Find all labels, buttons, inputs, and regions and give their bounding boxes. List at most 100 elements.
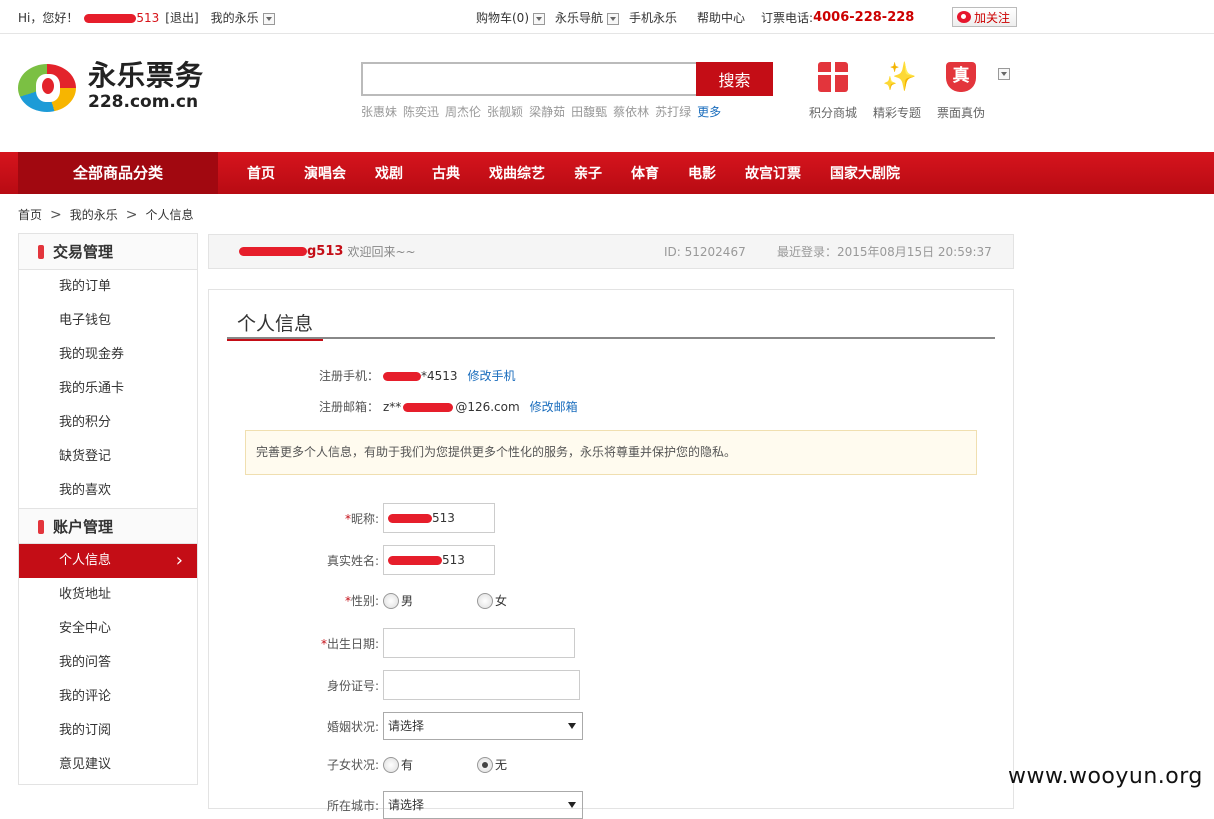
gender-female-radio[interactable]: 女: [477, 592, 507, 609]
hot-keyword[interactable]: 苏打绿: [655, 103, 691, 120]
nickname-row: *昵称: 513: [209, 503, 495, 533]
sidebar-item-address[interactable]: 收货地址: [19, 578, 197, 612]
nav-guide-menu[interactable]: 永乐导航: [555, 9, 620, 26]
points-mall-link[interactable]: 积分商城: [808, 60, 858, 121]
hot-keyword[interactable]: 周杰伦: [445, 103, 481, 120]
phone-number: 4006-228-228: [813, 10, 915, 25]
sidebar-item-backorder[interactable]: 缺货登记: [19, 440, 197, 474]
nav-item-home[interactable]: 首页: [247, 163, 275, 183]
breadcrumb-separator: >: [50, 206, 62, 223]
nav-item-concert[interactable]: 演唱会: [304, 163, 346, 183]
gender-male-label: 男: [401, 594, 414, 608]
nav-item-classical[interactable]: 古典: [432, 163, 460, 183]
search-button[interactable]: 搜索: [696, 62, 773, 96]
hot-more-link[interactable]: 更多: [697, 103, 721, 120]
city-select[interactable]: 请选择: [383, 791, 583, 819]
nav-item-drama[interactable]: 戏剧: [375, 163, 403, 183]
redaction-mark: [388, 556, 442, 565]
username-link[interactable]: 513: [84, 11, 159, 25]
gender-male-radio[interactable]: 男: [383, 592, 413, 609]
hot-keyword[interactable]: 陈奕迅: [403, 103, 439, 120]
breadcrumb-separator: >: [125, 206, 138, 223]
my-yongle-label: 我的永乐: [210, 11, 259, 25]
shortcuts-more-dropdown[interactable]: [998, 68, 1010, 80]
sidebar-item-points[interactable]: 我的积分: [19, 406, 197, 440]
hot-keyword[interactable]: 张惠妹: [361, 103, 397, 120]
weibo-follow-button[interactable]: 加关注: [952, 7, 1018, 27]
gender-label-text: 性别:: [350, 594, 379, 608]
nav-item-palace-museum[interactable]: 故宫订票: [745, 163, 801, 183]
nav-item-family[interactable]: 亲子: [574, 163, 602, 183]
children-no-radio[interactable]: 无: [477, 756, 507, 773]
nickname-input[interactable]: 513: [383, 503, 495, 533]
breadcrumb-my-yongle[interactable]: 我的永乐: [70, 206, 118, 223]
sidebar-item-profile[interactable]: 个人信息: [19, 544, 197, 578]
nickname-tail: 513: [432, 511, 455, 525]
nav-item-opera-variety[interactable]: 戏曲综艺: [489, 163, 545, 183]
help-link[interactable]: 帮助中心: [697, 9, 745, 26]
gender-row: *性别: 男 女: [209, 592, 507, 609]
breadcrumb-home[interactable]: 首页: [18, 206, 42, 223]
sidebar-item-orders[interactable]: 我的订单: [19, 270, 197, 304]
realname-input[interactable]: 513: [383, 545, 495, 575]
sidebar-item-qa[interactable]: 我的问答: [19, 646, 197, 680]
chevron-down-icon: [262, 12, 275, 25]
cart-menu[interactable]: 购物车(0): [476, 9, 545, 26]
site-logo[interactable]: 永乐票务 228.com.cn: [18, 58, 204, 114]
sidebar-item-security[interactable]: 安全中心: [19, 612, 197, 646]
city-label: 所在城市:: [326, 798, 379, 813]
sidebar-item-reviews[interactable]: 我的评论: [19, 680, 197, 714]
children-yes-label: 有: [401, 758, 414, 772]
change-email-link[interactable]: 修改邮箱: [530, 398, 578, 415]
sidebar-item-wallet[interactable]: 电子钱包: [19, 304, 197, 338]
featured-topics-link[interactable]: ✨ 精彩专题: [872, 60, 922, 121]
gift-icon: [818, 62, 848, 92]
realname-tail: 513: [442, 553, 465, 567]
hot-keyword[interactable]: 蔡依林: [613, 103, 649, 120]
sidebar-item-feedback[interactable]: 意见建议: [19, 748, 197, 782]
weibo-icon: [957, 11, 971, 23]
radio-circle-selected: [477, 756, 494, 773]
children-yes-radio[interactable]: 有: [383, 756, 413, 773]
mobile-link[interactable]: 手机永乐: [629, 9, 677, 26]
welcome-username: g513: [239, 244, 343, 259]
last-login: 最近登录：2015年08月15日 20:59:37: [777, 245, 992, 259]
nav-item-movie[interactable]: 电影: [688, 163, 716, 183]
hot-keyword[interactable]: 张靓颖: [487, 103, 523, 120]
idcard-input[interactable]: [383, 670, 580, 700]
ticket-verify-link[interactable]: 真 票面真伪: [936, 60, 986, 121]
search-box: 搜索: [361, 62, 773, 96]
sparkle-wand-icon: ✨: [882, 60, 917, 93]
idcard-row: 身份证号:: [209, 670, 580, 700]
all-categories-menu[interactable]: 全部商品分类: [18, 152, 218, 194]
sidebar-item-favorites[interactable]: 我的喜欢: [19, 474, 197, 508]
change-phone-link[interactable]: 修改手机: [468, 367, 516, 384]
nav-item-ncpa[interactable]: 国家大剧院: [830, 163, 900, 183]
marital-select[interactable]: 请选择: [383, 712, 583, 740]
profile-panel: 个人信息 注册手机： *4513 修改手机 注册邮箱： z** @126.com …: [208, 289, 1014, 819]
registered-email-row: 注册邮箱： z** @126.com 修改邮箱: [209, 398, 578, 415]
sidebar-item-coupons[interactable]: 我的现金券: [19, 338, 197, 372]
user-greeting: Hi，您好！ 513 [退出] 我的永乐: [18, 9, 275, 26]
realname-row: 真实姓名: 513: [209, 545, 495, 575]
sidebar-section-account: 账户管理: [19, 508, 197, 544]
sidebar-item-subscriptions[interactable]: 我的订阅: [19, 714, 197, 748]
sidebar-section-title: 交易管理: [53, 243, 114, 261]
logo-text-cn: 永乐票务: [88, 58, 205, 92]
hot-keyword[interactable]: 梁静茹: [529, 103, 565, 120]
chevron-down-icon: [607, 12, 620, 25]
search-input[interactable]: [361, 62, 696, 96]
account-sidebar: 交易管理 我的订单 电子钱包 我的现金券 我的乐通卡 我的积分 缺货登记 我的喜…: [18, 233, 198, 785]
hot-keyword[interactable]: 田馥甄: [571, 103, 607, 120]
nav-item-sports[interactable]: 体育: [631, 163, 659, 183]
email-label: 注册邮箱：: [318, 400, 379, 414]
registered-phone-row: 注册手机： *4513 修改手机: [209, 367, 516, 384]
birthday-input[interactable]: [383, 628, 575, 658]
gender-female-label: 女: [495, 594, 508, 608]
sidebar-item-card[interactable]: 我的乐通卡: [19, 372, 197, 406]
shield-true-icon: 真: [946, 62, 976, 92]
logout-link[interactable]: [退出]: [165, 9, 198, 26]
email-prefix: z**: [383, 399, 402, 414]
children-label: 子女状况:: [326, 758, 379, 772]
my-yongle-menu[interactable]: 我的永乐: [211, 9, 275, 26]
